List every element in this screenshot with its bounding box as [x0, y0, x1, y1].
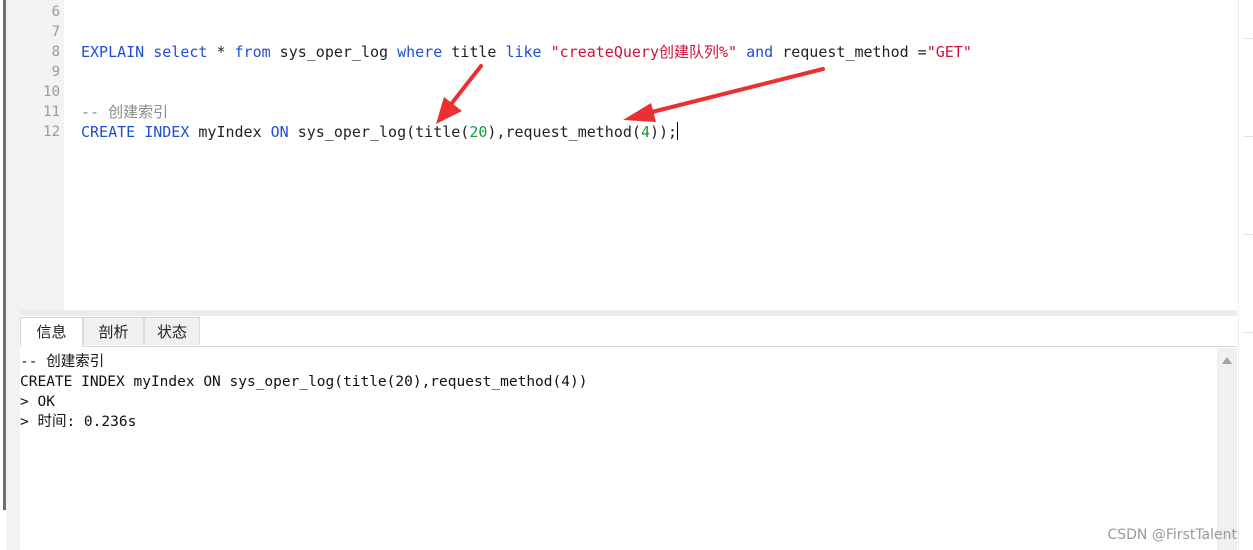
index-table-part: sys_oper_log(title(	[288, 123, 470, 141]
tab-status[interactable]: 状态	[144, 317, 200, 345]
column-title: title	[442, 43, 506, 61]
line-number: 11	[43, 104, 60, 120]
keyword-on: ON	[270, 123, 289, 141]
code-line-comment[interactable]: -- 创建索引	[81, 102, 168, 122]
string-literal-title: "createQuery创建队列%"	[550, 43, 738, 61]
strip-divider	[1243, 234, 1253, 235]
keyword-from: from	[234, 43, 271, 61]
line-number-gutter: 6 7 8 9 10 11 12	[20, 0, 64, 310]
keyword-select: select	[153, 43, 208, 61]
line-number: 7	[51, 24, 60, 40]
strip-divider	[1243, 136, 1253, 137]
tab-profile[interactable]: 剖析	[83, 317, 144, 345]
select-star: *	[207, 43, 235, 61]
keyword-where: where	[397, 43, 443, 61]
line-number: 9	[51, 64, 60, 80]
index-end-part: ));	[649, 123, 678, 141]
result-tab-bar: 信息 剖析 状态	[20, 316, 1237, 347]
keyword-like: like	[505, 43, 542, 61]
right-side-strip	[1238, 0, 1253, 550]
line-number: 10	[43, 84, 60, 100]
watermark: CSDN @FirstTalent	[1107, 527, 1237, 543]
tab-info[interactable]: 信息	[20, 317, 83, 347]
keyword-index: INDEX	[144, 123, 190, 141]
keyword-explain: EXPLAIN	[81, 43, 145, 61]
table-name: sys_oper_log	[270, 43, 398, 61]
message-output-panel: -- 创建索引 CREATE INDEX myIndex ON sys_oper…	[20, 348, 1217, 550]
line-number: 6	[51, 4, 60, 20]
number-title-length: 20	[469, 123, 488, 141]
output-line: > OK	[20, 394, 55, 410]
index-mid-part: ),request_method(	[487, 123, 641, 141]
index-name: myIndex	[189, 123, 271, 141]
keyword-and: and	[746, 43, 774, 61]
output-line: -- 创建索引	[20, 354, 105, 370]
output-vertical-scrollbar[interactable]	[1217, 348, 1237, 550]
column-request-method: request_method =	[773, 43, 927, 61]
code-line-create-index[interactable]: CREATE INDEX myIndex ON sys_oper_log(tit…	[81, 122, 679, 142]
string-literal-get: "GET"	[926, 43, 972, 61]
sql-editor-window: 6 7 8 9 10 11 12 EXPLAIN select * from s…	[0, 0, 1253, 550]
text-caret	[677, 122, 679, 140]
code-line-explain[interactable]: EXPLAIN select * from sys_oper_log where…	[81, 42, 972, 62]
line-number: 12	[43, 124, 60, 140]
output-line: CREATE INDEX myIndex ON sys_oper_log(tit…	[20, 374, 588, 390]
number-method-length: 4	[640, 123, 650, 141]
scroll-up-arrow-icon[interactable]	[1222, 357, 1232, 364]
query-editor[interactable]: 6 7 8 9 10 11 12 EXPLAIN select * from s…	[20, 0, 1237, 310]
strip-divider	[1243, 332, 1253, 333]
strip-divider	[1243, 38, 1253, 39]
line-number: 8	[51, 44, 60, 60]
keyword-create: CREATE	[81, 123, 136, 141]
output-line: > 时间: 0.236s	[20, 414, 137, 430]
left-side-panel	[6, 0, 20, 550]
